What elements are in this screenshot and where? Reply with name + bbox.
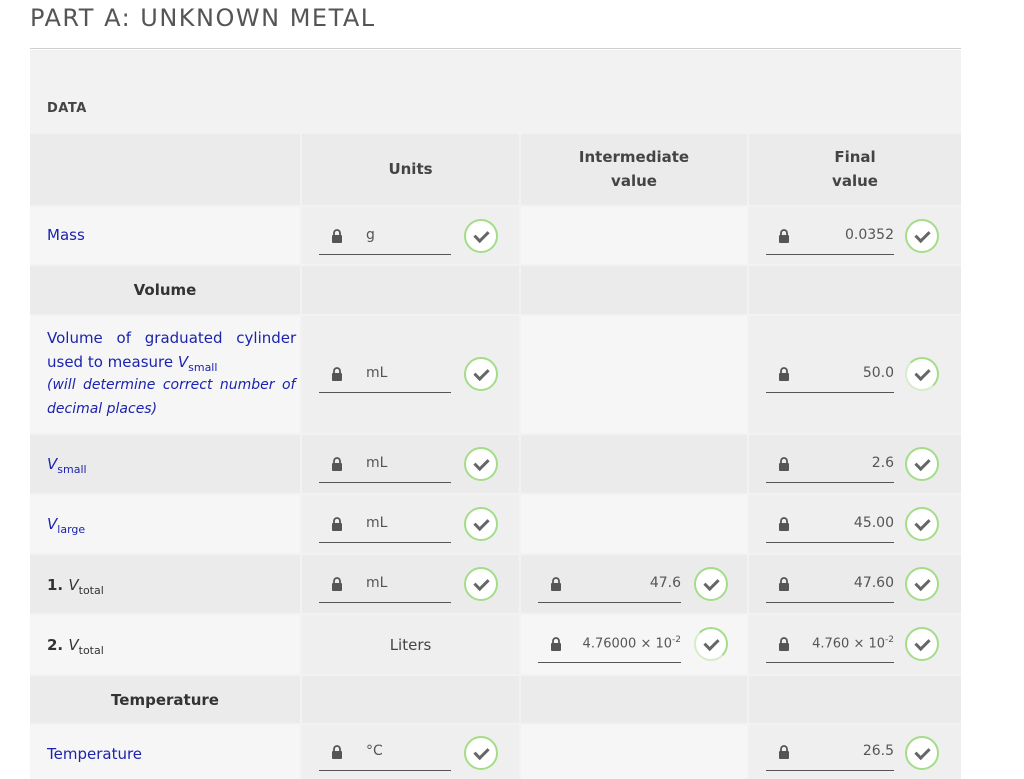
label-grad-cyl-line3: (will determine correct number of bbox=[47, 377, 296, 393]
header-final-2: value bbox=[832, 172, 878, 190]
label-vlarge: Vlarge bbox=[47, 515, 86, 536]
final-value: 4.760 × 10-2 bbox=[812, 635, 894, 652]
check-circle-icon bbox=[905, 627, 939, 661]
header-intermediate-1: Intermediate bbox=[578, 148, 690, 166]
lock-icon bbox=[332, 577, 342, 591]
final-value: 45.00 bbox=[853, 515, 894, 531]
check-circle-icon bbox=[464, 507, 498, 541]
units-field-vtotal-1: mL bbox=[319, 566, 451, 603]
final-value: 50.0 bbox=[862, 365, 894, 381]
units-value: °C bbox=[366, 743, 383, 759]
header-intermediate-2: value bbox=[611, 172, 657, 190]
table-row-vlarge: Vlarge mL 45.00 bbox=[30, 495, 961, 553]
lock-icon bbox=[779, 457, 789, 471]
check-circle-icon bbox=[694, 627, 728, 661]
lock-icon bbox=[332, 229, 342, 243]
units-value: mL bbox=[366, 365, 388, 381]
units-value: mL bbox=[366, 515, 388, 531]
units-field-grad-cyl: mL bbox=[319, 356, 451, 393]
lock-icon bbox=[779, 577, 789, 591]
label-grad-cyl-line1: Volume of graduated cylinder bbox=[47, 329, 297, 347]
final-field-vlarge: 45.00 bbox=[766, 506, 894, 543]
header-row: Units Intermediate value Final value bbox=[30, 134, 961, 205]
section-title-volume: Volume bbox=[133, 281, 197, 299]
label-temperature: Temperature bbox=[47, 745, 143, 763]
final-value: 26.5 bbox=[862, 743, 894, 759]
check-circle-icon bbox=[905, 357, 939, 391]
lock-icon bbox=[332, 517, 342, 531]
units-field-temperature: °C bbox=[319, 734, 451, 771]
label-grad-cyl-line4: decimal places) bbox=[47, 401, 158, 417]
header-final-1: Final bbox=[834, 148, 876, 166]
lock-icon bbox=[332, 367, 342, 381]
final-value: 47.60 bbox=[853, 575, 894, 591]
intermediate-value: 47.6 bbox=[649, 575, 681, 591]
final-field-grad-cyl: 50.0 bbox=[766, 356, 894, 393]
units-value: mL bbox=[366, 575, 388, 591]
table-row-vtotal-1: 1. Vtotal mL 47.6 47.60 bbox=[30, 555, 961, 613]
table-row-vsmall: Vsmall mL 2.6 bbox=[30, 435, 961, 493]
lock-icon bbox=[779, 517, 789, 531]
units-field-vsmall: mL bbox=[319, 446, 451, 483]
final-field-temperature: 26.5 bbox=[766, 734, 894, 771]
label-grad-cyl-line2: used to measure Vsmall bbox=[47, 353, 218, 374]
table-row-vtotal-2: 2. Vtotal Liters 4.76000 × 10-2 4.760 × … bbox=[30, 615, 961, 674]
check-circle-icon bbox=[905, 507, 939, 541]
label-vtotal-1: 1. Vtotal bbox=[47, 576, 104, 597]
check-circle-icon bbox=[464, 357, 498, 391]
table-row-mass: Mass g 0.0352 bbox=[30, 207, 961, 264]
data-section-label: DATA bbox=[47, 101, 87, 116]
check-circle-icon bbox=[905, 736, 939, 770]
units-field-vlarge: mL bbox=[319, 506, 451, 543]
label-vsmall: Vsmall bbox=[47, 455, 87, 476]
lock-icon bbox=[779, 367, 789, 381]
units-value: g bbox=[366, 227, 375, 243]
lock-icon bbox=[332, 745, 342, 759]
title-divider bbox=[30, 48, 961, 49]
final-field-mass: 0.0352 bbox=[766, 218, 894, 255]
section-row-volume: Volume bbox=[30, 266, 961, 314]
table-row-graduated-cylinder: Volume of graduated cylinder used to mea… bbox=[30, 316, 961, 433]
lock-icon bbox=[551, 577, 561, 591]
check-circle-icon bbox=[905, 447, 939, 481]
units-field-mass: g bbox=[319, 218, 451, 255]
check-circle-icon bbox=[905, 219, 939, 253]
final-field-vsmall: 2.6 bbox=[766, 446, 894, 483]
intermediate-field-vtotal-1: 47.6 bbox=[538, 566, 681, 603]
label-vtotal-2: 2. Vtotal bbox=[47, 636, 104, 657]
check-circle-icon bbox=[694, 567, 728, 601]
intermediate-field-vtotal-2: 4.76000 × 10-2 bbox=[538, 626, 681, 663]
final-value: 2.6 bbox=[871, 455, 894, 471]
final-field-vtotal-2: 4.760 × 10-2 bbox=[766, 626, 894, 663]
lock-icon bbox=[332, 457, 342, 471]
check-circle-icon bbox=[464, 736, 498, 770]
section-row-temperature: Temperature bbox=[30, 676, 961, 723]
lock-icon bbox=[779, 745, 789, 759]
lock-icon bbox=[551, 637, 561, 651]
intermediate-value: 4.76000 × 10-2 bbox=[582, 635, 681, 652]
units-value: mL bbox=[366, 455, 388, 471]
header-units: Units bbox=[388, 160, 433, 178]
lock-icon bbox=[779, 229, 789, 243]
table-row-temperature: Temperature °C 26.5 bbox=[30, 725, 961, 779]
units-liters: Liters bbox=[389, 636, 432, 654]
check-circle-icon bbox=[464, 447, 498, 481]
final-field-vtotal-1: 47.60 bbox=[766, 566, 894, 603]
label-mass: Mass bbox=[47, 226, 85, 244]
lock-icon bbox=[779, 637, 789, 651]
page-title: PART A: UNKNOWN METAL bbox=[30, 4, 376, 32]
check-circle-icon bbox=[464, 219, 498, 253]
final-value: 0.0352 bbox=[845, 227, 894, 243]
check-circle-icon bbox=[905, 567, 939, 601]
check-circle-icon bbox=[464, 567, 498, 601]
section-title-temperature: Temperature bbox=[111, 691, 219, 709]
